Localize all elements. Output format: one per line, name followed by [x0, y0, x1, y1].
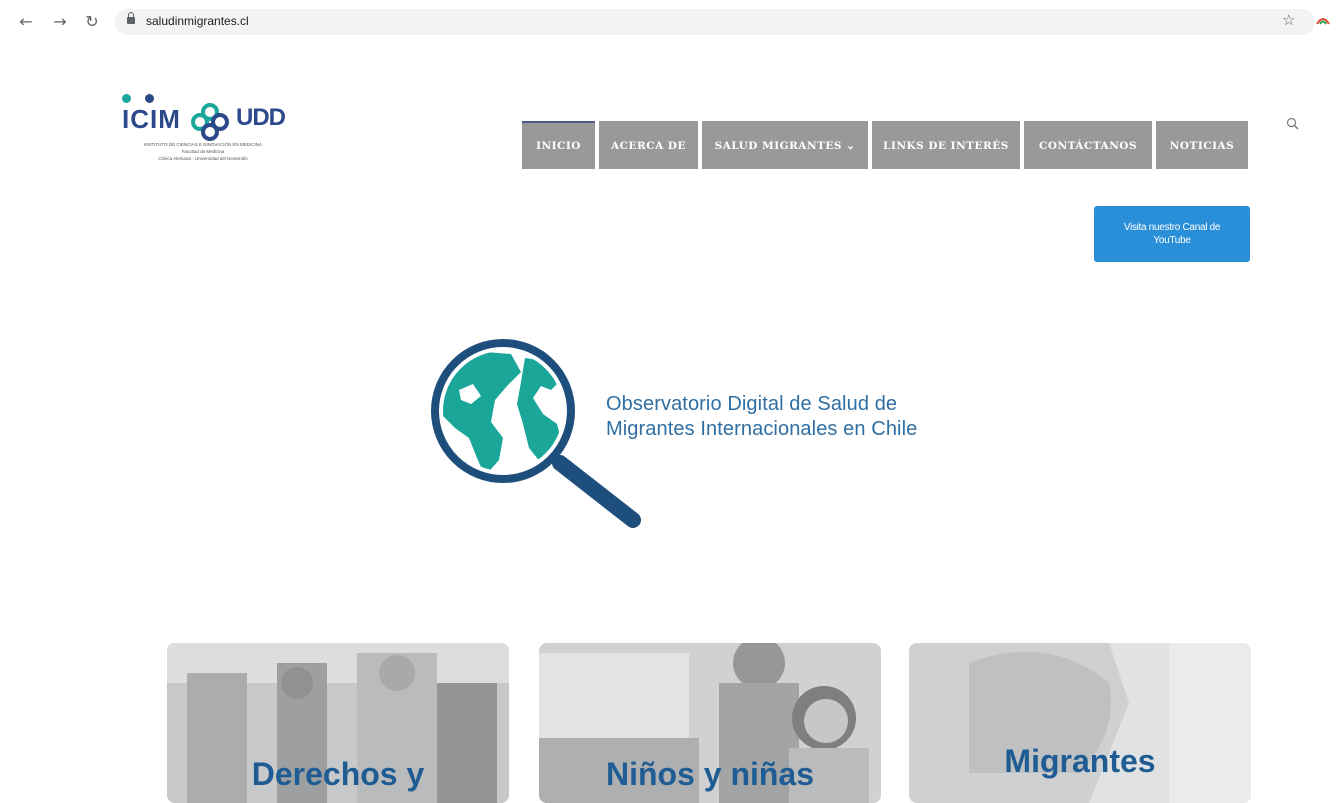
- card-title: Migrantes: [1004, 743, 1156, 779]
- search-icon[interactable]: [1286, 117, 1300, 131]
- card-derechos[interactable]: Derechos y: [167, 643, 509, 803]
- hero-title-line: Migrantes Internacionales en Chile: [606, 418, 918, 440]
- card-migrantes[interactable]: Migrantes: [909, 643, 1251, 803]
- logo-udd-text: UDD: [236, 104, 286, 131]
- star-icon[interactable]: ☆: [1282, 11, 1295, 29]
- nav-item-links[interactable]: LINKS DE INTERÉS: [872, 121, 1020, 169]
- card-title: Derechos y: [251, 756, 425, 792]
- logo-subtitle: Clínica Alemana - Universidad del Desarr…: [158, 156, 248, 161]
- extension-icon[interactable]: [1316, 14, 1330, 26]
- nav-item-acerca-de[interactable]: ACERCA DE: [599, 121, 698, 169]
- logo-flower-icon: [191, 103, 229, 141]
- hero-title: Observatorio Digital de Salud de Migrant…: [606, 392, 917, 442]
- reload-icon[interactable]: ↻: [82, 12, 102, 32]
- browser-toolbar: ← → ↻ saludinmigrantes.cl ☆: [0, 0, 1342, 48]
- logo-dot: [122, 94, 131, 103]
- card-title: Niños y niñas: [605, 756, 815, 792]
- card-ninos[interactable]: Niños y niñas: [539, 643, 881, 803]
- nav-item-inicio[interactable]: INICIO: [522, 121, 595, 169]
- url-text: saludinmigrantes.cl: [146, 14, 249, 28]
- arrow-right-icon[interactable]: →: [50, 12, 70, 32]
- logo-subtitle: Facultad de Medicina: [181, 149, 225, 154]
- youtube-channel-button[interactable]: Visita nuestro Canal de YouTube: [1094, 206, 1250, 262]
- nav-item-noticias[interactable]: NOTICIAS: [1156, 121, 1248, 169]
- site-logo[interactable]: ICIM UDD INSTITUTO DE CIENCIAS E INNOVAC…: [118, 92, 298, 172]
- lock-icon: [127, 12, 135, 24]
- logo-dot: [145, 94, 154, 103]
- logo-subtitle: INSTITUTO DE CIENCIAS E INNOVACIÓN EN ME…: [143, 142, 263, 147]
- nav-item-salud-migrantes[interactable]: SALUD MIGRANTES ⌄: [702, 121, 868, 169]
- youtube-button-label: Visita nuestro Canal de YouTube: [1123, 222, 1221, 246]
- hero-title-line: Observatorio Digital de Salud de: [606, 393, 898, 415]
- arrow-left-icon[interactable]: ←: [16, 12, 36, 32]
- nav-item-contactanos[interactable]: CONTÁCTANOS: [1024, 121, 1152, 169]
- logo-icim-text: ICIM: [122, 104, 181, 134]
- address-bar[interactable]: saludinmigrantes.cl: [115, 9, 1315, 35]
